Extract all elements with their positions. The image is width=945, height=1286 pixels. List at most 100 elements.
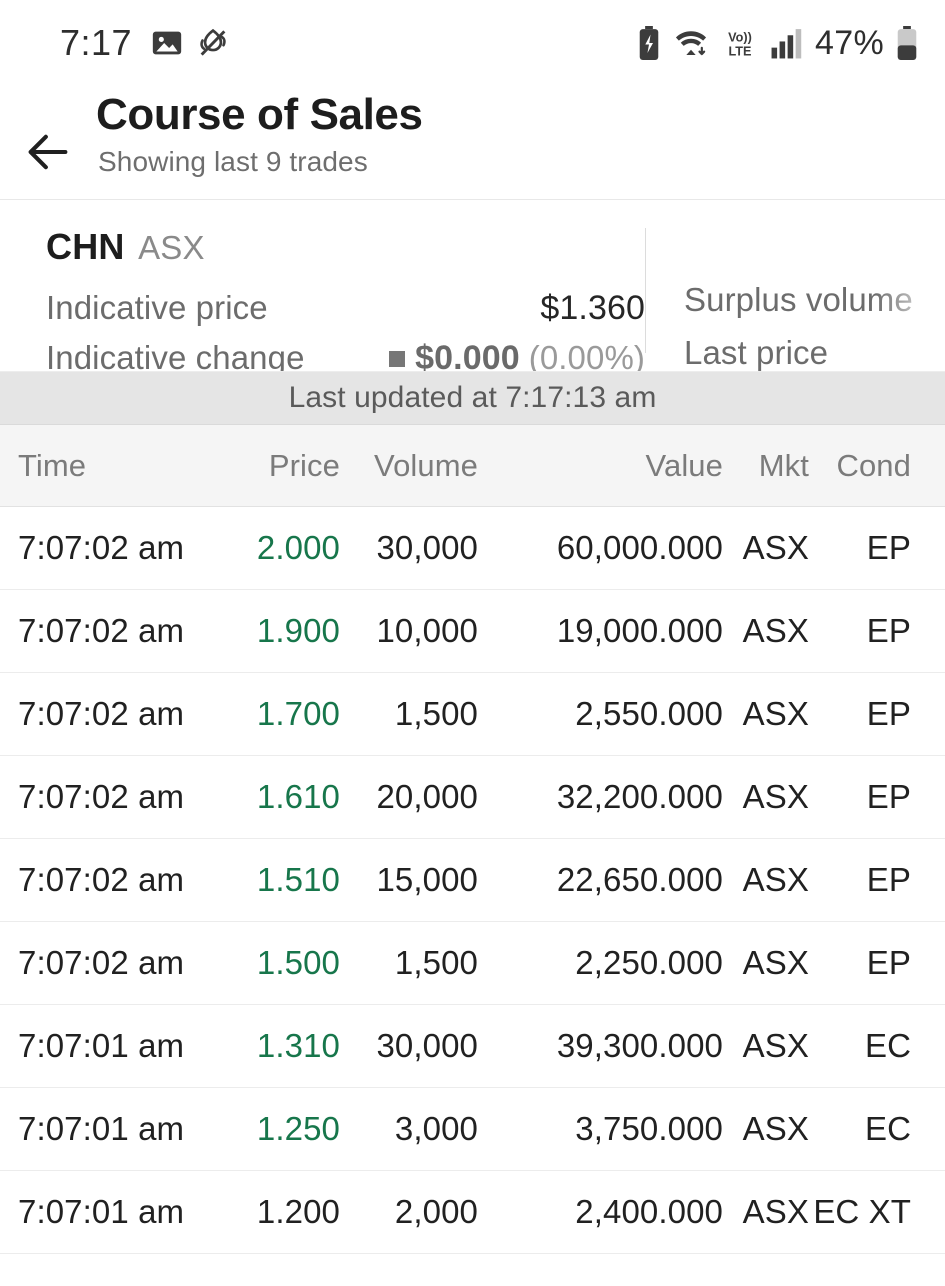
- column-header-volume[interactable]: Volume: [340, 448, 480, 484]
- table-row[interactable]: 7:07:01 am 1.310 30,000 39,300.000 ASX EC: [0, 1005, 945, 1088]
- cell-cond: EC: [864, 1110, 911, 1147]
- symbol-line: CHN ASX: [46, 222, 645, 280]
- table-row[interactable]: 7:07:02 am 1.900 10,000 19,000.000 ASX EP: [0, 590, 945, 673]
- app-bar-titles: Course of Sales Showing last 9 trades: [96, 86, 423, 182]
- cell-volume: 1,500: [394, 695, 478, 732]
- app-bar: Course of Sales Showing last 9 trades: [0, 86, 945, 200]
- cell-time: 7:07:02 am: [18, 695, 185, 732]
- cell-cond: EP: [866, 695, 911, 732]
- cell-time: 7:07:02 am: [18, 944, 185, 981]
- cell-time: 7:07:02 am: [18, 861, 185, 898]
- status-bar-system-icons: Vo)) LTE 47%: [637, 24, 919, 63]
- cell-value: 22,650.000: [556, 861, 723, 898]
- cell-volume: 10,000: [376, 612, 478, 649]
- page-title: Course of Sales: [96, 90, 423, 139]
- cell-mkt: ASX: [742, 944, 809, 981]
- symbol-market: ASX: [138, 229, 205, 266]
- cell-value: 19,000.000: [556, 612, 723, 649]
- cell-price: 2.000: [256, 529, 340, 566]
- column-header-price[interactable]: Price: [228, 448, 340, 484]
- column-header-cond[interactable]: Cond: [809, 448, 929, 484]
- column-header-mkt[interactable]: Mkt: [723, 448, 809, 484]
- cell-cond: EP: [866, 778, 911, 815]
- indicative-change-label: Indicative change: [46, 339, 305, 372]
- table-row[interactable]: 7:07:01 am 1.200 2,000 2,400.000 ASX EC XT: [0, 1171, 945, 1254]
- back-arrow-icon: [28, 134, 68, 169]
- change-direction-flat-icon: [389, 351, 406, 367]
- cell-mkt: ASX: [742, 612, 809, 649]
- cell-cond: EP: [866, 861, 911, 898]
- svg-text:Vo)): Vo)): [728, 31, 752, 45]
- last-price-label: Last price: [684, 334, 829, 371]
- cell-price: 1.500: [256, 944, 340, 981]
- cell-price: 1.310: [256, 1027, 340, 1064]
- cell-value: 2,400.000: [575, 1193, 723, 1230]
- cell-volume: 3,000: [394, 1110, 478, 1147]
- cell-value: 2,550.000: [575, 695, 723, 732]
- cell-price: 1.900: [256, 612, 340, 649]
- cell-cond: EP: [866, 529, 911, 566]
- image-icon: [150, 26, 184, 60]
- indicative-change-row: Indicative change $0.000 (0.00%): [46, 333, 645, 372]
- cell-volume: 30,000: [376, 529, 478, 566]
- cell-volume: 20,000: [376, 778, 478, 815]
- table-row[interactable]: 7:07:02 am 1.700 1,500 2,550.000 ASX EP: [0, 673, 945, 756]
- indicative-change-percent: (0.00%): [528, 339, 645, 372]
- cell-mkt: ASX: [742, 1110, 809, 1147]
- back-button[interactable]: [0, 86, 96, 199]
- last-updated-banner: Last updated at 7:17:13 am: [0, 372, 945, 425]
- cell-price: 1.510: [256, 861, 340, 898]
- svg-text:LTE: LTE: [729, 45, 752, 59]
- cell-mkt: ASX: [742, 529, 809, 566]
- column-header-time[interactable]: Time: [0, 448, 228, 484]
- cell-cond: EC: [864, 1027, 911, 1064]
- quote-summary-left: CHN ASX Indicative price $1.360 Indicati…: [0, 222, 645, 371]
- cell-volume: 1,500: [394, 944, 478, 981]
- status-bar-notification-icons: [150, 26, 230, 60]
- indicative-change-amount: $0.000: [415, 339, 520, 372]
- cell-value: 60,000.000: [556, 529, 723, 566]
- cell-price: 1.610: [256, 778, 340, 815]
- quote-summary-right[interactable]: Surplus volume Last price Today's change: [646, 222, 945, 371]
- status-bar: 7:17 Vo)) LTE 47%: [0, 0, 945, 86]
- cell-value: 39,300.000: [556, 1027, 723, 1064]
- cell-mkt: ASX: [742, 1193, 809, 1230]
- column-header-value[interactable]: Value: [480, 448, 723, 484]
- cell-value: 32,200.000: [556, 778, 723, 815]
- table-row[interactable]: 7:07:02 am 1.610 20,000 32,200.000 ASX EP: [0, 756, 945, 839]
- cell-volume: 2,000: [394, 1193, 478, 1230]
- indicative-price-value: $1.360: [540, 289, 645, 327]
- cell-value: 2,250.000: [575, 944, 723, 981]
- indicative-price-row: Indicative price $1.360: [46, 283, 645, 333]
- battery-percent-label: 47%: [815, 23, 884, 62]
- cell-time: 7:07:01 am: [18, 1027, 185, 1064]
- quote-summary-panel[interactable]: CHN ASX Indicative price $1.360 Indicati…: [0, 200, 945, 372]
- table-header-row: Time Price Volume Value Mkt Cond: [0, 425, 945, 507]
- volte-icon: Vo)) LTE: [721, 26, 759, 60]
- cell-cond: EP: [866, 612, 911, 649]
- cell-price: 1.250: [256, 1110, 340, 1147]
- wifi-icon: [672, 26, 710, 60]
- table-row[interactable]: 7:07:02 am 2.000 30,000 60,000.000 ASX EP: [0, 507, 945, 590]
- battery-saver-icon: [637, 26, 661, 60]
- cell-time: 7:07:01 am: [18, 1193, 185, 1230]
- cell-time: 7:07:01 am: [18, 1110, 185, 1147]
- table-row[interactable]: 7:07:02 am 1.500 1,500 2,250.000 ASX EP: [0, 922, 945, 1005]
- cell-mkt: ASX: [742, 778, 809, 815]
- table-row[interactable]: 7:07:02 am 1.510 15,000 22,650.000 ASX EP: [0, 839, 945, 922]
- cell-volume: 30,000: [376, 1027, 478, 1064]
- table-body: 7:07:02 am 2.000 30,000 60,000.000 ASX EP 7:07…: [0, 507, 945, 1254]
- cell-time: 7:07:02 am: [18, 529, 185, 566]
- cell-volume: 15,000: [376, 861, 478, 898]
- cell-time: 7:07:02 am: [18, 778, 185, 815]
- cell-cond: EP: [866, 944, 911, 981]
- cell-mkt: ASX: [742, 861, 809, 898]
- cell-cond: EC XT: [813, 1193, 911, 1230]
- symbol-code: CHN: [46, 226, 125, 267]
- cell-time: 7:07:02 am: [18, 612, 185, 649]
- table-row[interactable]: 7:07:01 am 1.250 3,000 3,750.000 ASX EC: [0, 1088, 945, 1171]
- course-of-sales-table: Time Price Volume Value Mkt Cond 7:07:02…: [0, 425, 945, 1254]
- data-saver-off-icon: [196, 26, 230, 60]
- cell-value: 3,750.000: [575, 1110, 723, 1147]
- cell-mkt: ASX: [742, 1027, 809, 1064]
